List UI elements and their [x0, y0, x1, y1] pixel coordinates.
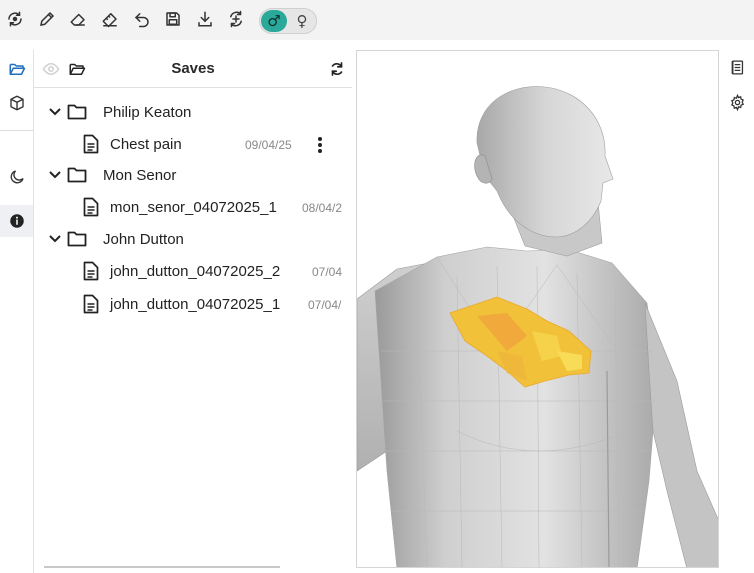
folder-icon	[67, 104, 87, 120]
panel-title: Saves	[171, 60, 215, 77]
folder-icon	[67, 167, 87, 183]
info-icon[interactable]	[0, 205, 33, 237]
file-row[interactable]: john_dutton_04072025_1 07/04/	[34, 292, 352, 318]
folder-name: Mon Senor	[103, 167, 177, 184]
folder-icon	[67, 231, 87, 247]
file-row[interactable]: john_dutton_04072025_2 07/04	[34, 259, 352, 285]
refresh-icon[interactable]	[328, 60, 346, 78]
file-date: 07/04/	[308, 298, 342, 312]
female-option[interactable]: ♀	[289, 10, 315, 32]
folder-row[interactable]: John Dutton	[34, 227, 352, 253]
gender-toggle[interactable]: ♂ ♀	[259, 8, 317, 34]
saves-panel: Saves Philip Keaton Chest pain 09/04/25 …	[34, 50, 352, 573]
chevron-down-icon[interactable]	[48, 168, 62, 182]
file-icon	[83, 294, 99, 314]
file-icon	[83, 261, 99, 281]
download-icon[interactable]	[194, 8, 216, 30]
file-name: mon_senor_04072025_1	[110, 199, 277, 216]
horizontal-scrollbar[interactable]	[44, 566, 280, 568]
file-name: Chest pain	[110, 136, 182, 153]
top-toolbar: ♂ ♀	[0, 0, 754, 40]
left-rail	[0, 50, 34, 573]
chevron-down-icon[interactable]	[48, 232, 62, 246]
notes-icon[interactable]	[726, 56, 748, 78]
more-options-icon[interactable]	[315, 135, 325, 155]
save-icon[interactable]	[162, 8, 184, 30]
reset-view-icon[interactable]	[225, 8, 247, 30]
body-model[interactable]	[357, 51, 719, 568]
file-date: 08/04/2	[302, 201, 343, 215]
file-date: 09/04/25	[245, 138, 292, 152]
folder-row[interactable]: Philip Keaton	[34, 100, 352, 126]
chevron-down-icon[interactable]	[48, 105, 62, 119]
file-date: 07/04	[312, 265, 343, 279]
cube-icon[interactable]	[0, 87, 33, 119]
folder-open-icon[interactable]	[0, 53, 33, 85]
file-row[interactable]: Chest pain 09/04/25	[34, 132, 352, 158]
saves-panel-header: Saves	[34, 50, 352, 88]
eraser-icon[interactable]	[67, 8, 89, 30]
3d-viewport[interactable]	[356, 50, 719, 568]
settings-icon[interactable]	[726, 91, 748, 113]
file-row[interactable]: mon_senor_04072025_1 08/04/2	[34, 195, 352, 221]
file-icon	[83, 197, 99, 217]
male-option[interactable]: ♂	[261, 10, 287, 32]
file-name: john_dutton_04072025_2	[110, 263, 281, 280]
folder-name: Philip Keaton	[103, 104, 192, 121]
file-icon	[83, 134, 99, 154]
folder-name: John Dutton	[103, 231, 184, 248]
rail-divider	[0, 130, 33, 131]
rotate-icon[interactable]	[4, 8, 26, 30]
moon-icon[interactable]	[0, 161, 33, 193]
pen-icon[interactable]	[36, 8, 58, 30]
folder-row[interactable]: Mon Senor	[34, 163, 352, 189]
ruler-eraser-icon[interactable]	[99, 8, 121, 30]
undo-icon[interactable]	[131, 8, 153, 30]
file-name: john_dutton_04072025_1	[110, 296, 281, 313]
